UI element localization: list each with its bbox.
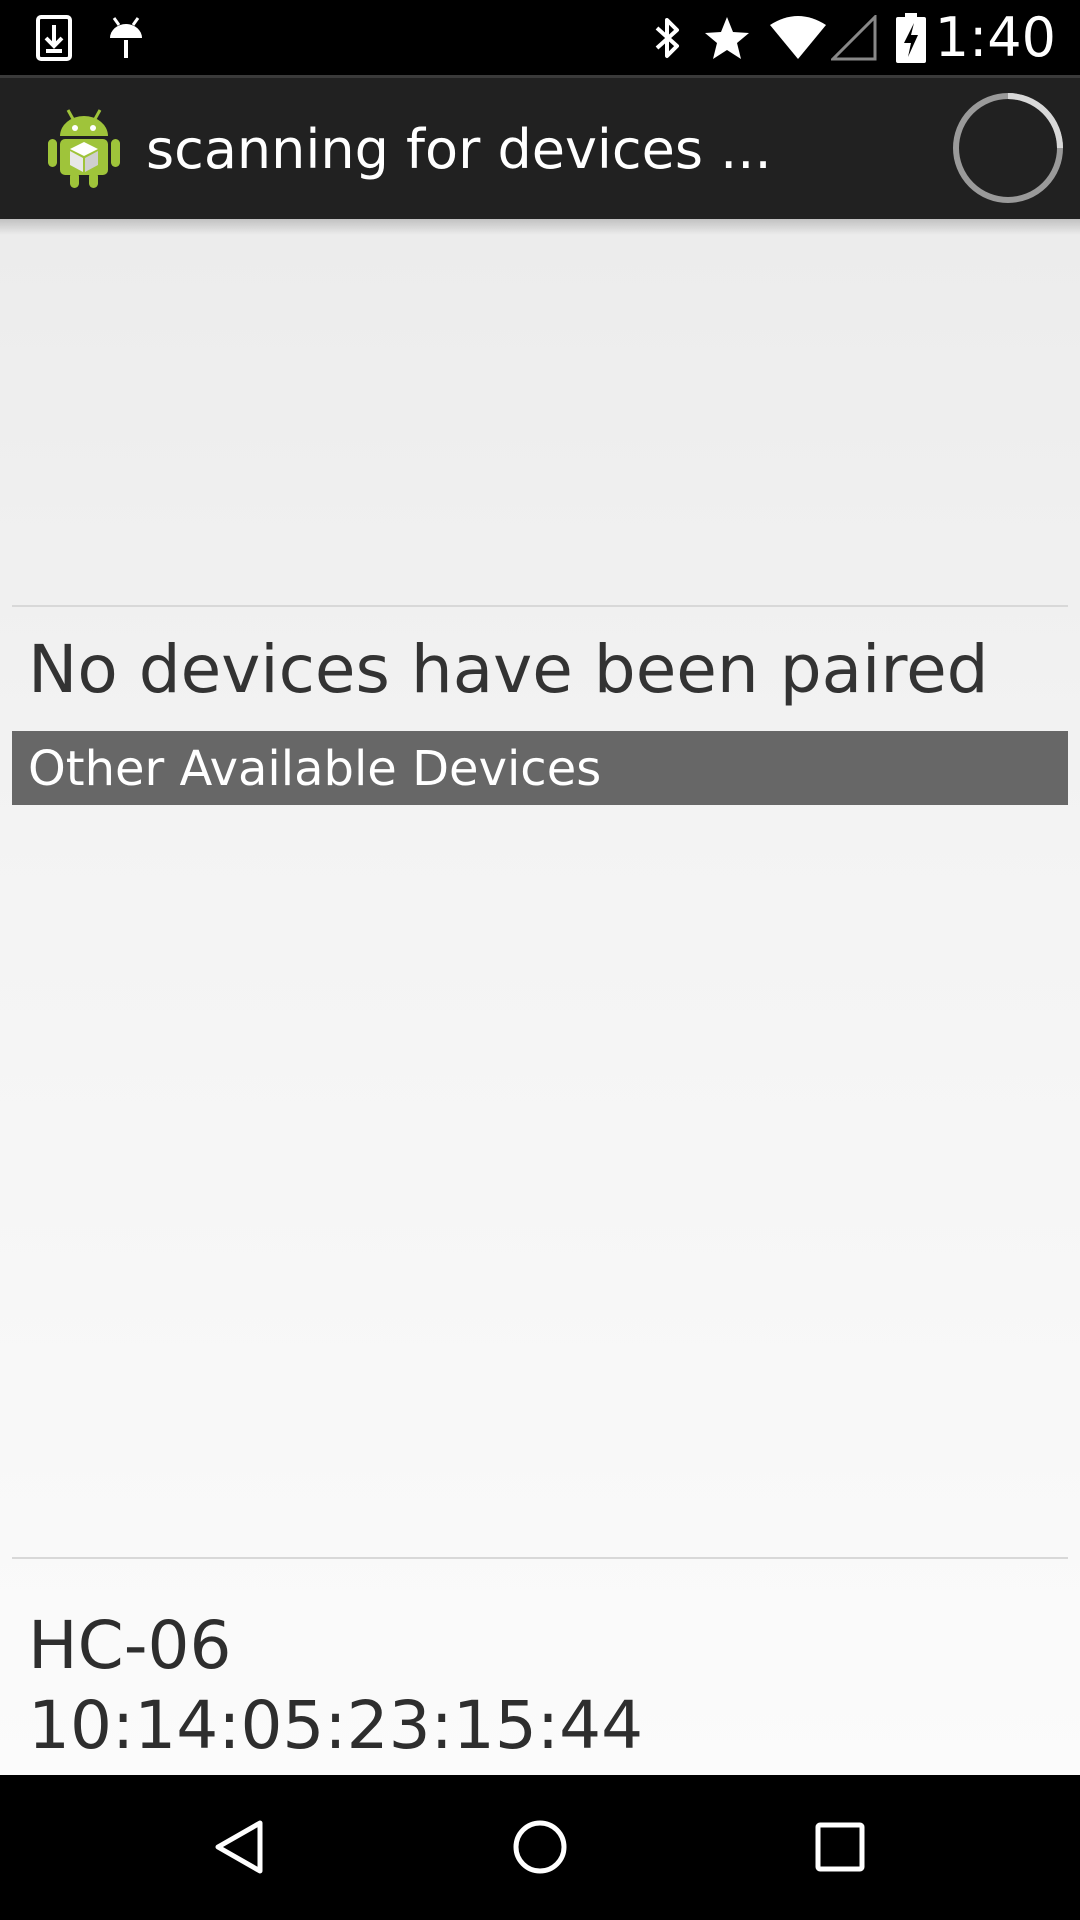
no-paired-devices-text: No devices have been paired — [28, 631, 989, 708]
android-app-icon — [46, 106, 122, 190]
device-address: 10:14:05:23:15:44 — [28, 1687, 644, 1764]
status-bar: 1:40 — [0, 0, 1080, 75]
device-list-content: No devices have been paired Other Availa… — [0, 219, 1080, 1775]
device-list-item[interactable]: HC-06 10:14:05:23:15:44 — [12, 1559, 1068, 1775]
spinner-icon — [952, 92, 1064, 204]
wifi-icon — [768, 0, 828, 75]
paired-divider — [12, 605, 1068, 607]
other-devices-header: Other Available Devices — [12, 731, 1068, 805]
android-debug-icon — [106, 0, 146, 75]
action-bar-title: scanning for devices ... — [146, 118, 772, 181]
recents-icon[interactable] — [780, 1797, 900, 1897]
battery-charging-icon — [894, 0, 928, 75]
download-icon — [36, 0, 72, 75]
action-bar: scanning for devices ... — [0, 75, 1080, 219]
navigation-bar — [0, 1775, 1080, 1920]
bluetooth-icon — [648, 0, 688, 75]
home-icon[interactable] — [480, 1797, 600, 1897]
device-name: HC-06 — [28, 1607, 232, 1684]
status-time: 1:40 — [934, 6, 1056, 69]
star-icon — [702, 0, 752, 75]
back-icon[interactable] — [180, 1797, 300, 1897]
signal-icon — [830, 0, 878, 75]
